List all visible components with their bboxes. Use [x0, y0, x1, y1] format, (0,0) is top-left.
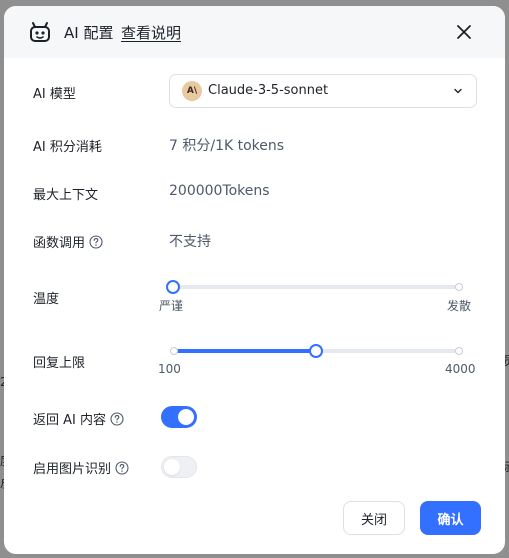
- temperature-max-label: 发散: [447, 299, 472, 313]
- max-reply-label: 回复上限: [33, 352, 85, 371]
- function-call-label-text: 函数调用: [33, 236, 86, 251]
- slider-max-dot: [455, 347, 463, 355]
- slider-thumb[interactable]: [309, 344, 323, 358]
- dialog-title: AI 配置: [64, 24, 114, 42]
- temperature-label-text: 温度: [33, 292, 60, 307]
- max-reply-max-label: 4000: [445, 362, 476, 376]
- slider-max-dot: [455, 283, 463, 291]
- model-select-value: Claude-3-5-sonnet: [208, 83, 329, 98]
- question-icon[interactable]: [89, 234, 103, 249]
- ai-config-dialog: AI 配置 查看说明 AI 模型 A\ Claude-3-5-sonnet AI…: [4, 6, 505, 554]
- points-label-text: AI 积分消耗: [33, 140, 102, 155]
- chevron-down-icon: [454, 88, 462, 94]
- question-icon[interactable]: [115, 460, 129, 475]
- max-reply-label-text: 回复上限: [33, 356, 86, 371]
- image-recognition-toggle[interactable]: [161, 456, 197, 478]
- model-label-text: AI 模型: [33, 87, 76, 102]
- image-recognition-label-text: 启用图片识别: [33, 462, 112, 477]
- points-label: AI 积分消耗: [33, 136, 102, 155]
- function-call-label: 函数调用: [33, 232, 103, 251]
- return-ai-content-toggle[interactable]: [161, 406, 197, 428]
- points-value: 7 积分/1K tokens: [169, 138, 285, 154]
- confirm-button[interactable]: 确认: [420, 501, 481, 535]
- close-icon[interactable]: [454, 22, 474, 42]
- slider-thumb[interactable]: [166, 280, 180, 294]
- context-label: 最大上下文: [33, 184, 98, 203]
- robot-icon: [30, 22, 50, 42]
- question-icon[interactable]: [110, 411, 124, 426]
- toggle-knob: [178, 409, 194, 425]
- return-ai-content-label-text: 返回 AI 内容: [33, 413, 106, 428]
- toggle-knob: [164, 459, 180, 475]
- temperature-label: 温度: [33, 288, 59, 307]
- max-reply-slider[interactable]: [170, 344, 463, 358]
- model-label: AI 模型: [33, 83, 76, 102]
- image-recognition-label: 启用图片识别: [33, 458, 129, 477]
- dialog-header: AI 配置 查看说明: [4, 6, 505, 58]
- return-ai-content-label: 返回 AI 内容: [33, 409, 124, 428]
- temperature-min-label: 严谨: [159, 299, 184, 313]
- anthropic-logo-icon: A\: [182, 81, 202, 101]
- slider-fill: [173, 349, 316, 353]
- slider-track: [173, 285, 459, 289]
- model-select[interactable]: A\ Claude-3-5-sonnet: [169, 74, 477, 108]
- context-label-text: 最大上下文: [33, 188, 99, 203]
- close-button[interactable]: 关闭: [343, 501, 405, 535]
- max-reply-min-label: 100: [158, 362, 181, 376]
- help-link[interactable]: 查看说明: [121, 22, 181, 43]
- temperature-slider[interactable]: [166, 280, 463, 294]
- slider-min-dot: [170, 347, 178, 355]
- context-value: 200000Tokens: [169, 183, 270, 199]
- function-call-value: 不支持: [169, 234, 211, 250]
